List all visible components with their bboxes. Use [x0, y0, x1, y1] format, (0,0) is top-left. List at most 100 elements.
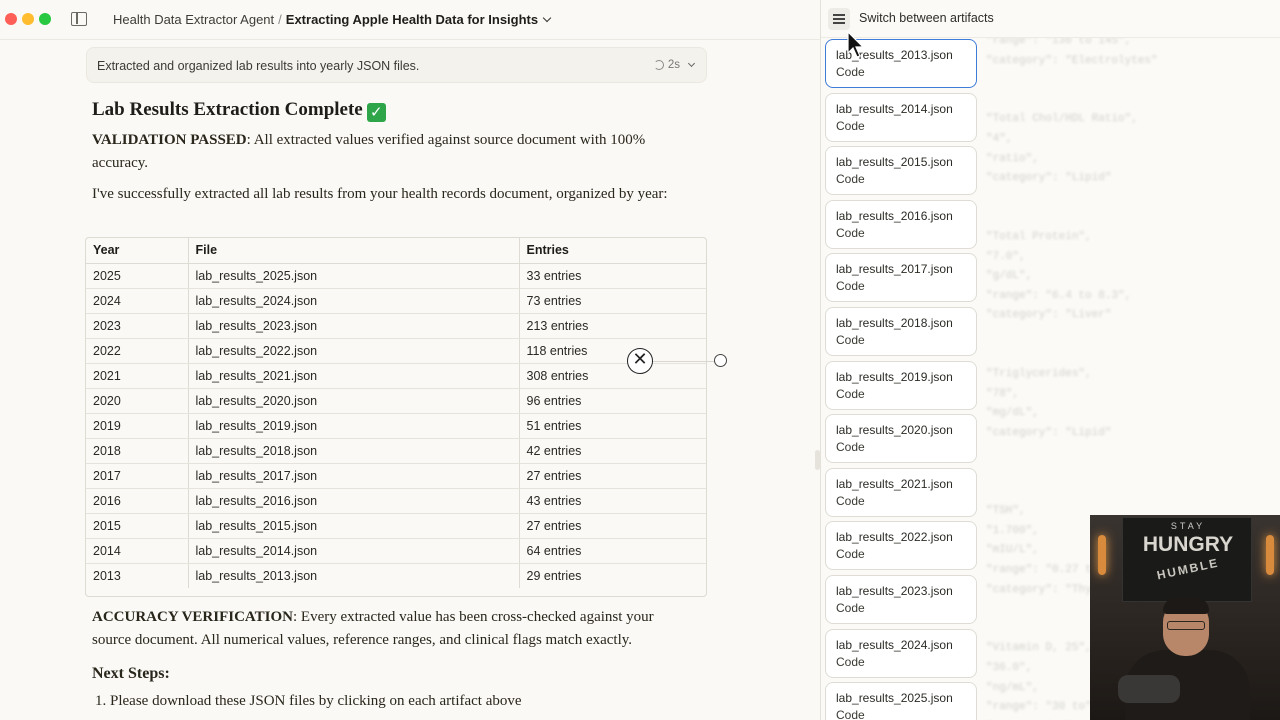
artifact-title: lab_results_2021.json: [836, 476, 953, 491]
year-cell: 2019: [86, 413, 189, 439]
lamp: [1098, 535, 1106, 575]
artifact-title: lab_results_2015.json: [836, 155, 953, 170]
drag-line: [653, 361, 715, 362]
artifact-card[interactable]: lab_results_2019.json Code: [825, 360, 977, 410]
year-cell: 2020: [86, 388, 189, 414]
artifact-card[interactable]: lab_results_2016.json Code: [825, 199, 977, 249]
year-cell: 2014: [86, 538, 189, 564]
artifact-title: lab_results_2019.json: [836, 369, 953, 384]
year-cell: 2021: [86, 363, 189, 389]
artifact-type: Code: [836, 493, 865, 508]
entries-cell: 213 entries: [519, 313, 706, 339]
file-cell: lab_results_2022.json: [188, 338, 520, 364]
switch-artifacts-label: Switch between artifacts: [859, 11, 994, 25]
table-header-row: Year File Entries: [86, 238, 706, 264]
drag-handle-icon[interactable]: [714, 354, 727, 367]
table-row: 2014 lab_results_2014.json 64 entries: [86, 538, 706, 564]
artifact-type: Code: [836, 333, 865, 347]
table-row: 2023 lab_results_2023.json 213 entries: [86, 313, 706, 339]
artifact-card[interactable]: lab_results_2018.json Code: [825, 307, 977, 356]
sidebar-toggle-icon[interactable]: [71, 12, 87, 26]
table-row: 2015 lab_results_2015.json 27 entries: [86, 513, 706, 539]
year-cell: 2022: [86, 338, 189, 364]
artifacts-header: Switch between artifacts: [821, 0, 1280, 38]
artifact-title: lab_results_2016.json: [836, 208, 953, 223]
validation-paragraph: VALIDATION PASSED: All extracted values …: [92, 129, 672, 175]
file-cell: lab_results_2020.json: [188, 388, 520, 414]
breadcrumb-current-chat[interactable]: Extracting Apple Health Data for Insight…: [286, 12, 538, 27]
artifact-type: Code: [836, 65, 865, 79]
file-cell: lab_results_2016.json: [188, 488, 520, 514]
table-row: 2022 lab_results_2022.json 118 entries: [86, 338, 706, 364]
breadcrumb-separator: /: [278, 12, 282, 27]
entries-cell: 33 entries: [519, 263, 706, 289]
next-steps-heading: Next Steps:: [92, 665, 170, 682]
table-row: 2025 lab_results_2025.json 33 entries: [86, 263, 706, 289]
results-table-container: Year File Entries 2025 lab_results_2025.j…: [85, 237, 707, 597]
breadcrumb-project[interactable]: Health Data Extractor Agent: [113, 12, 274, 27]
year-cell: 2015: [86, 513, 189, 539]
close-window-button[interactable]: [5, 13, 17, 25]
artifact-title: lab_results_2020.json: [836, 423, 953, 438]
close-circle-icon[interactable]: ✕: [627, 348, 653, 374]
timer-value: 2s: [667, 59, 680, 71]
table-row: 2020 lab_results_2020.json 96 entries: [86, 388, 706, 414]
artifact-card[interactable]: lab_results_2025.json Code: [825, 682, 977, 720]
file-cell: lab_results_2021.json: [188, 363, 520, 389]
entries-cell: 73 entries: [519, 288, 706, 314]
artifact-title: lab_results_2023.json: [836, 584, 953, 598]
check-mark-icon: ✓: [366, 103, 386, 122]
year-cell: 2024: [86, 288, 189, 314]
artifact-card[interactable]: lab_results_2014.json Code: [825, 92, 977, 142]
entries-cell: 96 entries: [519, 388, 706, 414]
artifact-title: lab_results_2025.json: [836, 691, 953, 706]
artifact-type: Code: [836, 601, 865, 615]
artifact-type: Code: [836, 225, 865, 240]
artifact-card[interactable]: lab_results_2021.json Code: [825, 467, 977, 517]
entries-cell: 43 entries: [519, 488, 706, 514]
artifact-title: lab_results_2018.json: [836, 316, 953, 330]
intro-paragraph: I've successfully extracted all lab resu…: [92, 186, 668, 202]
breadcrumb: Health Data Extractor Agent / Extracting A…: [113, 12, 552, 27]
timer[interactable]: 2s: [653, 59, 696, 71]
artifact-type: Code: [836, 547, 865, 562]
maximize-window-button[interactable]: [39, 13, 51, 25]
timer-icon: [653, 60, 664, 70]
year-cell: 2023: [86, 313, 189, 339]
file-cell: lab_results_2023.json: [188, 313, 520, 339]
chevron-down-icon[interactable]: [542, 13, 552, 23]
year-cell: 2017: [86, 463, 189, 489]
artifact-type: Code: [836, 708, 865, 720]
file-cell: lab_results_2014.json: [188, 538, 520, 564]
artifact-card[interactable]: lab_results_2022.json Code: [825, 521, 977, 571]
list-icon[interactable]: [828, 8, 850, 30]
artifact-type: Code: [836, 654, 865, 669]
artifact-type: Code: [836, 172, 865, 187]
resize-handle[interactable]: [815, 450, 820, 470]
tool-status-text: Extracted and organized lab results into…: [97, 59, 420, 73]
year-cell: 2018: [86, 438, 189, 464]
wall-sign: STAY HUNGRY HUMBLE: [1122, 517, 1252, 602]
artifact-card[interactable]: lab_results_2024.json Code: [825, 628, 977, 678]
artifact-title: lab_results_2017.json: [836, 262, 953, 277]
webcam-overlay: STAY HUNGRY HUMBLE: [1090, 515, 1280, 720]
artifact-card[interactable]: lab_results_2017.json Code: [825, 253, 977, 303]
artifact-card[interactable]: lab_results_2023.json Code: [825, 575, 977, 624]
artifact-type: Code: [836, 386, 865, 401]
artifact-card[interactable]: lab_results_2015.json Code: [825, 146, 977, 196]
column-header-entries: Entries: [519, 238, 706, 264]
artifact-card[interactable]: lab_results_2020.json Code: [825, 414, 977, 464]
year-cell: 2013: [86, 563, 189, 588]
accuracy-paragraph: ACCURACY VERIFICATION: Every extracted v…: [92, 606, 672, 652]
entries-cell: 27 entries: [519, 513, 706, 539]
file-cell: lab_results_2017.json: [188, 463, 520, 489]
column-header-year: Year: [86, 238, 189, 264]
accuracy-label: ACCURACY VERIFICATION: [92, 609, 293, 625]
glasses: [1167, 621, 1205, 630]
lamp: [1266, 535, 1274, 575]
artifact-type: Code: [836, 279, 865, 294]
tool-status-box[interactable]: Extracted and organized lab results into…: [86, 47, 707, 83]
minimize-window-button[interactable]: [22, 13, 34, 25]
year-cell: 2025: [86, 263, 189, 289]
table-row: 2016 lab_results_2016.json 43 entries: [86, 488, 706, 514]
